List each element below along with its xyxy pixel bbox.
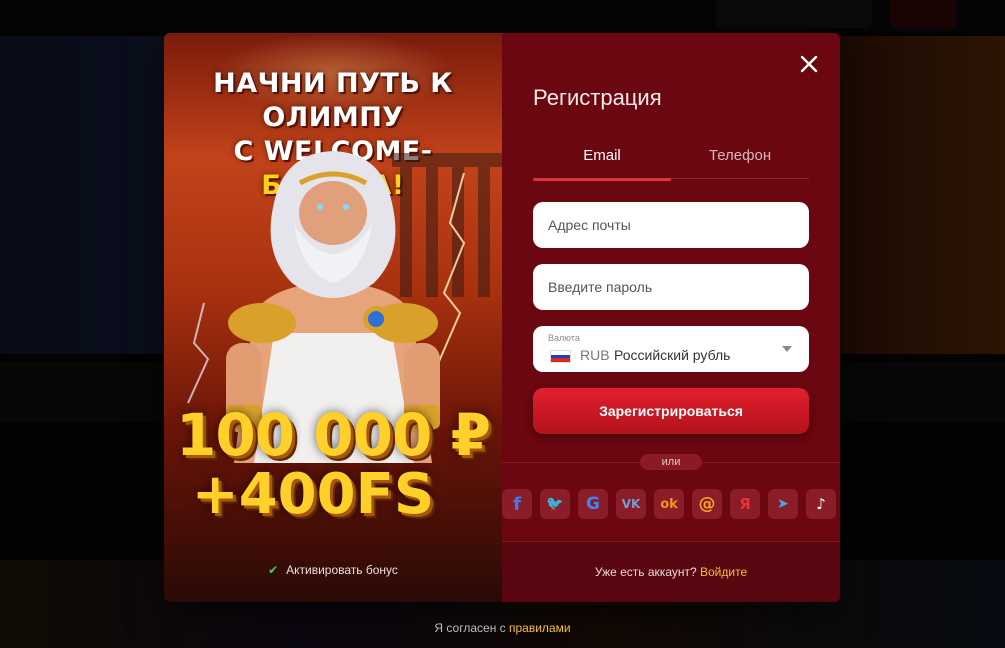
- promo-free-spins: +400FS: [191, 462, 435, 527]
- terms-link[interactable]: правилами: [509, 621, 571, 635]
- registration-modal: НАЧНИ ПУТЬ К ОЛИМПУ С WELCOME-БОНУСА!: [164, 33, 840, 602]
- currency-select[interactable]: Валюта RUB Российский рубль: [533, 326, 809, 372]
- close-icon[interactable]: [798, 53, 820, 75]
- currency-code: RUB: [580, 347, 610, 363]
- chevron-down-icon: [782, 346, 792, 352]
- tiktok-icon[interactable]: ♪: [806, 489, 836, 519]
- twitter-glyph: 🐦: [546, 496, 564, 512]
- password-field[interactable]: [533, 264, 809, 310]
- promo-bonus-amount: 100 000 ₽: [176, 401, 491, 469]
- promo-title-line1: НАЧНИ ПУТЬ К ОЛИМПУ: [213, 68, 453, 133]
- form-title: Регистрация: [533, 85, 662, 110]
- google-icon[interactable]: G: [578, 489, 608, 519]
- vk-icon[interactable]: VK: [616, 489, 646, 519]
- vk-glyph: VK: [621, 497, 641, 511]
- login-prompt: Уже есть аккаунт?: [594, 565, 697, 579]
- yandex-glyph: Я: [739, 495, 751, 513]
- registration-form: Регистрация Email Телефон Валюта RUB Рос…: [502, 33, 840, 602]
- yandex-icon[interactable]: Я: [730, 489, 760, 519]
- telegram-glyph: ➤: [777, 496, 789, 512]
- registration-tabs: Email Телефон: [533, 145, 809, 181]
- twitter-icon[interactable]: 🐦: [540, 489, 570, 519]
- currency-label: Валюта: [548, 333, 580, 343]
- email-field[interactable]: [533, 202, 809, 248]
- mailru-glyph: @: [698, 494, 716, 514]
- odnoklassniki-glyph: ok: [660, 496, 678, 512]
- tiktok-glyph: ♪: [816, 495, 826, 513]
- promo-panel: НАЧНИ ПУТЬ К ОЛИМПУ С WELCOME-БОНУСА!: [164, 33, 502, 602]
- russia-flag-icon: [550, 350, 571, 363]
- facebook-glyph: f: [513, 493, 521, 515]
- mailru-icon[interactable]: @: [692, 489, 722, 519]
- terms-prefix: Я согласен с: [434, 621, 506, 635]
- activate-bonus-toggle[interactable]: ✔ Активировать бонус: [164, 563, 502, 577]
- register-button[interactable]: Зарегистрироваться: [533, 388, 809, 434]
- login-link[interactable]: Войдите: [700, 565, 747, 579]
- google-glyph: G: [586, 494, 600, 514]
- activate-bonus-label: Активировать бонус: [286, 563, 398, 577]
- check-icon: ✔: [268, 563, 279, 577]
- facebook-icon[interactable]: f: [502, 489, 532, 519]
- tab-phone[interactable]: Телефон: [671, 145, 809, 179]
- currency-name: Российский рубль: [614, 347, 731, 363]
- or-separator: или: [640, 454, 702, 470]
- login-prompt-line: Уже есть аккаунт? Войдите: [502, 565, 840, 579]
- social-login-row: f 🐦 G VK ok @ Я ➤ ♪: [502, 489, 840, 521]
- odnoklassniki-icon[interactable]: ok: [654, 489, 684, 519]
- tab-email[interactable]: Email: [533, 145, 671, 181]
- telegram-icon[interactable]: ➤: [768, 489, 798, 519]
- terms-line: Я согласен с правилами: [0, 621, 1005, 635]
